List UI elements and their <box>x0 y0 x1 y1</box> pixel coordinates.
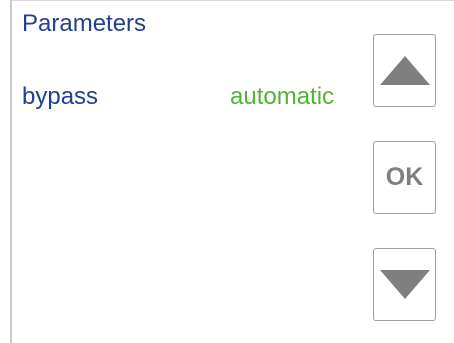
screen-top-border <box>10 0 454 1</box>
parameters-screen: Parameters bypass automatic OK <box>0 0 454 343</box>
triangle-up-icon <box>379 56 430 85</box>
up-button[interactable] <box>373 34 436 107</box>
ok-button-label: OK <box>385 163 424 191</box>
ok-button[interactable]: OK <box>373 141 436 214</box>
triangle-down-icon <box>379 270 430 299</box>
parameter-value[interactable]: automatic <box>230 83 334 111</box>
parameter-label: bypass <box>22 83 99 110</box>
screen-left-border <box>10 0 12 343</box>
down-button[interactable] <box>373 248 436 321</box>
page-title: Parameters <box>22 10 147 37</box>
